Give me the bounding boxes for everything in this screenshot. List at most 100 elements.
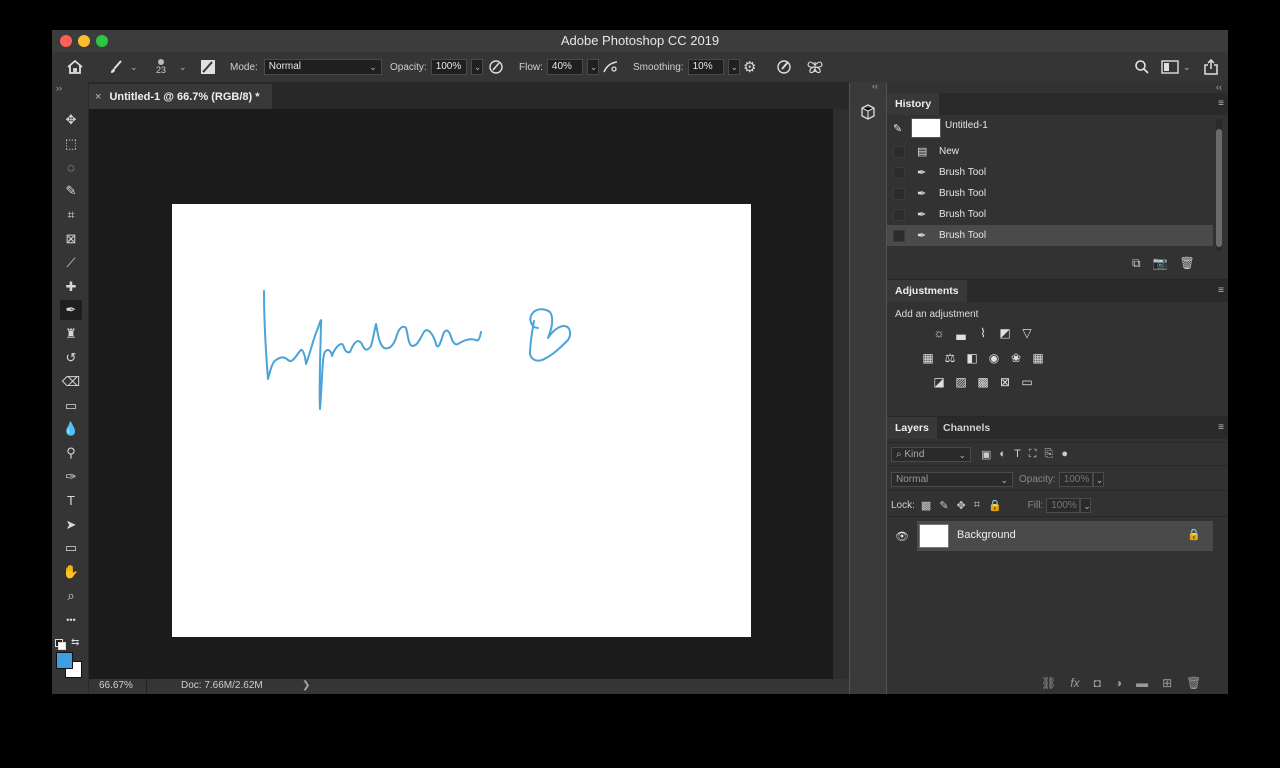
smoothing-options-button[interactable]: ⚙ — [743, 52, 756, 82]
levels-icon[interactable]: ▃ — [953, 325, 969, 341]
blur-tool-icon[interactable]: 💧 — [60, 419, 82, 439]
search-button[interactable] — [1134, 52, 1150, 82]
history-state-item[interactable]: ✒ Brush Tool — [887, 204, 1213, 225]
invert-icon[interactable]: ◪ — [931, 374, 947, 390]
document-tab[interactable]: × Untitled-1 @ 66.7% (RGB/8) * — [89, 84, 272, 109]
pressure-size-button[interactable] — [776, 52, 792, 82]
filter-toggle-icon[interactable]: ● — [1061, 448, 1068, 461]
marquee-tool-icon[interactable]: ⬚ — [60, 134, 82, 154]
history-brush-source-checkbox[interactable] — [893, 187, 905, 200]
dodge-tool-icon[interactable]: ⚲ — [60, 443, 82, 463]
panel-menu-icon[interactable]: ≡ — [1218, 422, 1224, 433]
clone-stamp-tool-icon[interactable]: ♜ — [60, 324, 82, 344]
expand-panels-icon[interactable]: ‹‹ — [1216, 82, 1222, 92]
black-white-icon[interactable]: ◧ — [964, 350, 980, 366]
history-state-item[interactable]: ✒ Brush Tool — [887, 162, 1213, 183]
collapse-dock-icon[interactable]: ‹‹ — [872, 81, 878, 91]
layer-opacity-input[interactable]: 100% — [1058, 471, 1093, 487]
pixel-layer-filter-icon[interactable]: ▣ — [981, 448, 991, 461]
layer-lock-icon[interactable]: 🔒 — [1187, 528, 1201, 541]
more-tools-icon[interactable]: ••• — [60, 610, 82, 630]
gradient-map-icon[interactable]: ▭ — [1019, 374, 1035, 390]
zoom-tool-icon[interactable]: ⌕ — [60, 586, 82, 606]
smart-object-filter-icon[interactable]: ⎘ — [1045, 448, 1054, 461]
lock-all-icon[interactable]: 🔒 — [988, 499, 1002, 512]
layer-blend-select[interactable]: Normal ⌄ — [891, 471, 1013, 487]
layer-row-background[interactable]: Background 🔒 — [917, 521, 1213, 551]
path-select-tool-icon[interactable]: ➤ — [60, 515, 82, 535]
add-mask-icon[interactable]: ◘ — [1094, 676, 1101, 690]
trash-icon[interactable]: 🗑 — [1180, 256, 1195, 271]
layer-visibility-eye-icon[interactable]: 👁 — [895, 530, 909, 543]
lasso-tool-icon[interactable]: ◌ — [60, 158, 82, 178]
curves-icon[interactable]: ⌇ — [975, 325, 991, 341]
shape-layer-filter-icon[interactable]: ⛶ — [1029, 448, 1037, 461]
tab-adjustments[interactable]: Adjustments — [887, 280, 967, 302]
vibrance-icon[interactable]: ▽ — [1019, 325, 1035, 341]
symmetry-button[interactable] — [806, 52, 824, 82]
history-state-item[interactable]: ✒ Brush Tool — [887, 183, 1213, 204]
smoothing-dropdown[interactable]: ⌄ — [727, 59, 740, 75]
lock-transparency-icon[interactable]: ▩ — [921, 499, 931, 512]
rectangle-tool-icon[interactable]: ▭ — [60, 538, 82, 558]
opacity-dropdown[interactable]: ⌄ — [470, 59, 483, 75]
history-snapshot[interactable]: ✎ Untitled-1 — [887, 116, 1213, 140]
new-group-folder-icon[interactable]: ▬ — [1136, 676, 1148, 690]
home-button[interactable] — [66, 52, 84, 82]
color-lookup-icon[interactable]: ▦ — [1030, 350, 1046, 366]
history-brush-source-checkbox[interactable] — [893, 208, 905, 221]
layer-name[interactable]: Background — [957, 529, 1016, 541]
posterize-icon[interactable]: ▨ — [953, 374, 969, 390]
pasteboard[interactable] — [89, 109, 833, 679]
layer-style-fx-icon[interactable]: fx — [1070, 676, 1079, 690]
channel-mixer-icon[interactable]: ❀ — [1008, 350, 1024, 366]
tab-channels[interactable]: Channels — [935, 417, 998, 439]
adjustment-layer-filter-icon[interactable]: ◐ — [999, 448, 1006, 461]
eraser-tool-icon[interactable]: ⌫ — [60, 372, 82, 392]
layer-filter-select[interactable]: ⌕ Kind ⌄ — [891, 446, 971, 462]
layer-opacity-dropdown[interactable]: ⌄ — [1092, 471, 1104, 487]
brightness-contrast-icon[interactable]: ☼ — [931, 325, 947, 341]
healing-brush-tool-icon[interactable]: ✚ — [60, 277, 82, 297]
exposure-icon[interactable]: ◩ — [997, 325, 1013, 341]
lock-position-icon[interactable]: ✥ — [957, 499, 966, 512]
type-tool-icon[interactable]: T — [60, 491, 82, 511]
threshold-icon[interactable]: ▩ — [975, 374, 991, 390]
opacity-input[interactable]: 100% — [430, 59, 467, 75]
link-layers-icon[interactable]: ⛓ — [1041, 676, 1056, 690]
history-state-item[interactable]: ▤ New — [887, 141, 1213, 162]
history-state-item[interactable]: ✒ Brush Tool — [887, 225, 1213, 246]
brush-size-picker[interactable]: 23 — [156, 52, 166, 82]
canvas[interactable] — [172, 204, 751, 637]
lock-artboard-icon[interactable]: ⌗ — [974, 499, 980, 512]
flow-input[interactable]: 40% — [546, 59, 583, 75]
tab-history[interactable]: History — [887, 93, 940, 115]
hue-saturation-icon[interactable]: ▦ — [920, 350, 936, 366]
airbrush-button[interactable] — [602, 52, 620, 82]
foreground-color-swatch[interactable] — [56, 652, 73, 669]
history-brush-source-icon[interactable]: ✎ — [893, 122, 902, 135]
selective-color-icon[interactable]: ⊠ — [997, 374, 1013, 390]
gradient-tool-icon[interactable]: ▭ — [60, 396, 82, 416]
pressure-opacity-button[interactable] — [488, 52, 504, 82]
lock-image-icon[interactable]: ✎ — [939, 499, 948, 512]
libraries-panel-button[interactable] — [858, 102, 878, 122]
close-tab-icon[interactable]: × — [95, 91, 101, 103]
history-brush-source-checkbox[interactable] — [893, 166, 905, 179]
default-colors-icon[interactable] — [55, 639, 66, 650]
frame-tool-icon[interactable]: ⊠ — [60, 229, 82, 249]
brush-size-dropdown[interactable]: ⌄ — [179, 52, 187, 82]
history-brush-source-checkbox[interactable] — [893, 145, 905, 158]
swap-colors-icon[interactable]: ⇆ — [71, 637, 79, 648]
history-brush-tool-icon[interactable]: ↺ — [60, 348, 82, 368]
new-layer-icon[interactable]: ⊞ — [1162, 676, 1172, 690]
fill-dropdown[interactable]: ⌄ — [1080, 497, 1092, 513]
photo-filter-icon[interactable]: ◉ — [986, 350, 1002, 366]
mode-select[interactable]: Normal ⌄ — [263, 59, 382, 75]
eyedropper-tool-icon[interactable]: ⟋ — [60, 253, 82, 273]
crop-tool-icon[interactable]: ⌗ — [60, 205, 82, 225]
workspace-switcher[interactable]: ⌄ — [1161, 52, 1191, 82]
hand-tool-icon[interactable]: ✋ — [60, 562, 82, 582]
brush-settings-button[interactable] — [200, 52, 216, 82]
fill-input[interactable]: 100% — [1046, 497, 1081, 513]
